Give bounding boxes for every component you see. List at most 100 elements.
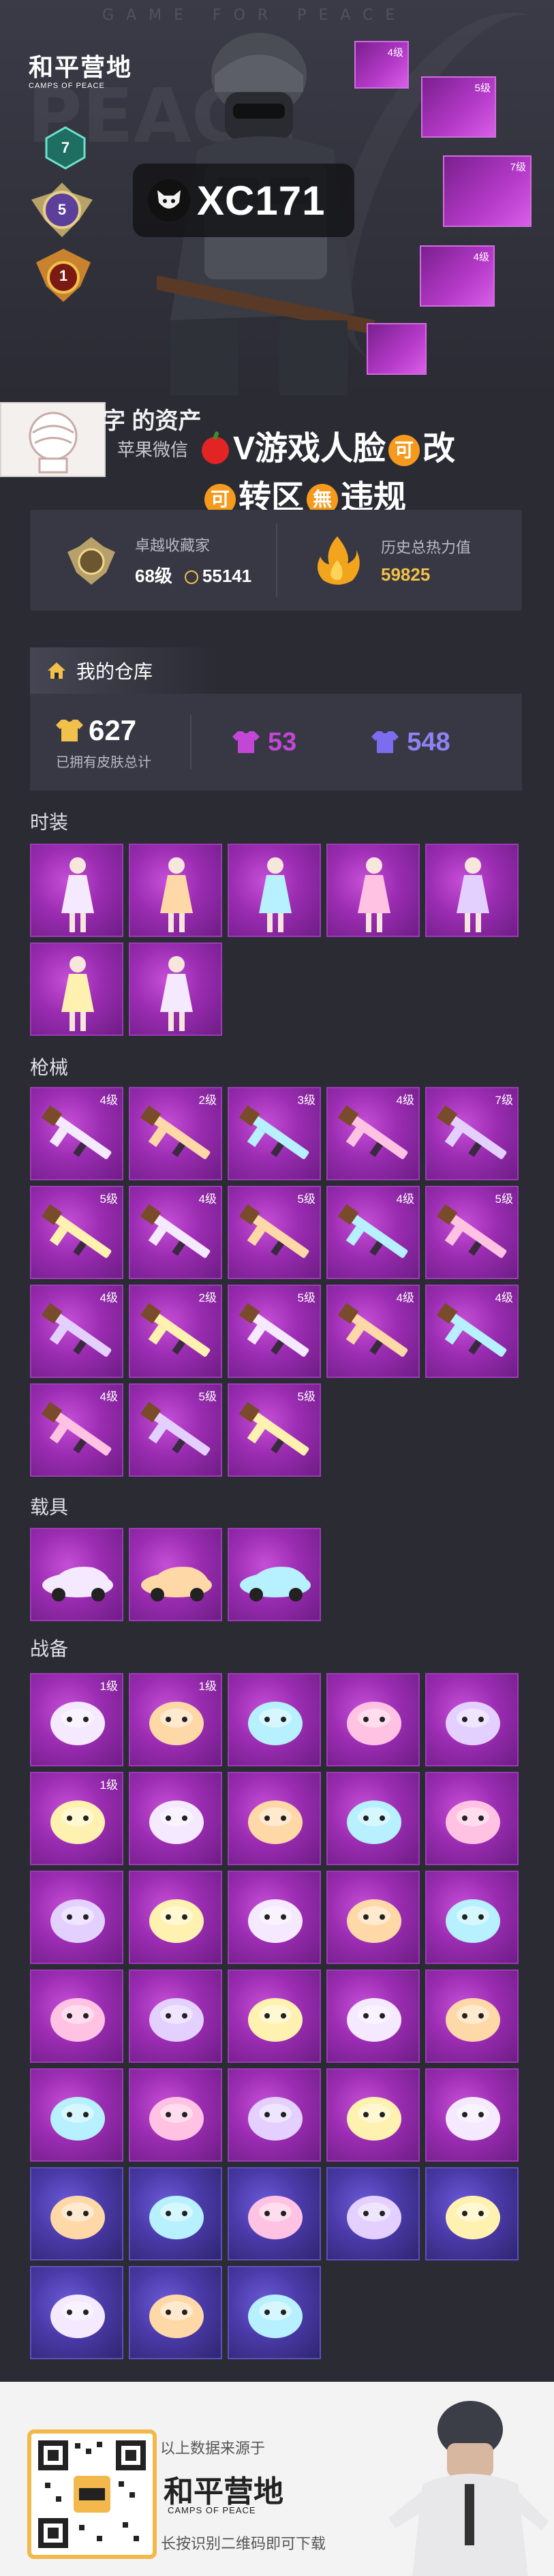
- item-level: 1级: [198, 1680, 217, 1693]
- fashion-item[interactable]: [30, 844, 123, 937]
- item-level: 2级: [198, 1291, 217, 1304]
- vehicle-item[interactable]: [228, 1528, 321, 1621]
- gun-item[interactable]: 4级: [425, 1285, 519, 1378]
- showcase-item[interactable]: 5级: [421, 76, 496, 138]
- owner-subtitle: 苹果微信: [117, 440, 189, 460]
- gear-item[interactable]: [129, 2266, 222, 2359]
- gear-item[interactable]: [326, 2068, 420, 2162]
- gun-item[interactable]: 2级: [129, 1087, 222, 1180]
- gun-item[interactable]: 3级: [228, 1087, 321, 1180]
- gear-item[interactable]: [425, 2167, 519, 2260]
- footer-logo-en: CAMPS OF PEACE: [168, 2505, 256, 2515]
- gear-item[interactable]: 1级: [30, 1772, 123, 1865]
- gear-item[interactable]: [228, 1871, 321, 1964]
- item-level: 4级: [495, 1291, 513, 1304]
- item-level: 4级: [396, 1094, 414, 1107]
- power-value: 59825: [381, 564, 431, 585]
- fashion-item[interactable]: [30, 942, 123, 1036]
- gun-item[interactable]: 5级: [129, 1383, 222, 1477]
- gear-item[interactable]: [129, 2068, 222, 2162]
- owner-title: 字 的资产: [102, 408, 202, 434]
- fashion-item[interactable]: [425, 844, 519, 937]
- gear-item[interactable]: [30, 1969, 123, 2063]
- item-level: 4级: [396, 1193, 414, 1206]
- gun-item[interactable]: 7级: [425, 1087, 519, 1180]
- badge-ke: 可: [388, 435, 420, 467]
- gear-item[interactable]: [30, 2266, 123, 2359]
- warehouse-total: 627 已拥有皮肤总计: [30, 714, 190, 771]
- showcase-items: 4级 5级 7级 4级: [354, 41, 552, 395]
- owner-avatar: [0, 402, 106, 477]
- collector-medal-icon: [67, 537, 115, 585]
- gear-item[interactable]: [129, 2167, 222, 2260]
- rank-badge-5: 5: [25, 179, 99, 241]
- gear-item[interactable]: [326, 1772, 420, 1865]
- vehicles-grid: [30, 1528, 524, 1623]
- section-title-gear: 战备: [30, 1638, 69, 1659]
- gun-item[interactable]: 5级: [228, 1285, 321, 1378]
- fashion-item[interactable]: [228, 844, 321, 937]
- gear-item[interactable]: 1级: [129, 1673, 222, 1766]
- gun-item[interactable]: 5级: [228, 1383, 321, 1477]
- gun-item[interactable]: 4级: [326, 1285, 420, 1378]
- gear-item[interactable]: [129, 1969, 222, 2063]
- gear-item[interactable]: [30, 1871, 123, 1964]
- gear-item[interactable]: [425, 1871, 519, 1964]
- divider: [190, 715, 191, 769]
- gear-item[interactable]: [129, 1772, 222, 1865]
- gear-item[interactable]: [326, 1871, 420, 1964]
- item-level: 4级: [99, 1390, 118, 1403]
- gun-item[interactable]: 4级: [326, 1087, 420, 1180]
- gun-item[interactable]: 4级: [30, 1087, 123, 1180]
- showcase-item[interactable]: 4级: [420, 245, 495, 307]
- gear-item[interactable]: [425, 1673, 519, 1766]
- house-icon: [48, 662, 65, 679]
- gun-item[interactable]: 5级: [425, 1186, 519, 1279]
- gear-item[interactable]: [228, 1969, 321, 2063]
- collector-stat: 卓越收藏家 68级 55141: [30, 510, 276, 611]
- showcase-item[interactable]: 7级: [443, 155, 532, 227]
- vehicle-item[interactable]: [30, 1528, 123, 1621]
- gun-item[interactable]: 4级: [30, 1383, 123, 1477]
- gear-item[interactable]: [228, 2068, 321, 2162]
- item-level: 5级: [297, 1390, 316, 1403]
- item-level: 7级: [495, 1094, 513, 1107]
- gun-item[interactable]: 4级: [129, 1186, 222, 1279]
- showcase-item[interactable]: 4级: [354, 41, 409, 89]
- section-title-guns: 枪械: [30, 1057, 69, 1078]
- fashion-item[interactable]: [129, 942, 222, 1036]
- player-name-tag: XC171: [133, 164, 354, 237]
- item-level: 1级: [99, 1680, 118, 1693]
- promo-line-1: V游戏人脸可改: [202, 421, 455, 469]
- gun-item[interactable]: 5级: [228, 1186, 321, 1279]
- gun-item[interactable]: 2级: [129, 1285, 222, 1378]
- gear-item[interactable]: [30, 2167, 123, 2260]
- gear-item[interactable]: [228, 1772, 321, 1865]
- shield-icon: [184, 570, 198, 584]
- gear-item[interactable]: [425, 2068, 519, 2162]
- fashion-item[interactable]: [129, 844, 222, 937]
- gear-item[interactable]: [326, 1673, 420, 1766]
- apple-icon: [202, 437, 229, 465]
- gear-item[interactable]: [129, 1871, 222, 1964]
- collector-label: 卓越收藏家: [135, 536, 211, 554]
- gear-item[interactable]: [326, 2167, 420, 2260]
- gear-item[interactable]: [425, 1772, 519, 1865]
- gun-item[interactable]: 4级: [30, 1285, 123, 1378]
- vehicle-item[interactable]: [129, 1528, 222, 1621]
- gun-item[interactable]: 5级: [30, 1186, 123, 1279]
- gear-item[interactable]: 1级: [30, 1673, 123, 1766]
- qr-code[interactable]: [27, 2429, 157, 2559]
- gear-item[interactable]: [228, 2266, 321, 2359]
- gear-item[interactable]: [228, 1673, 321, 1766]
- gear-item[interactable]: [228, 2167, 321, 2260]
- gear-item[interactable]: [326, 1969, 420, 2063]
- fashion-item[interactable]: [326, 844, 420, 937]
- gun-item[interactable]: 4级: [326, 1186, 420, 1279]
- showcase-item-car[interactable]: [367, 323, 427, 375]
- warehouse-header: 我的仓库: [30, 647, 217, 694]
- item-level: 5级: [495, 1193, 513, 1206]
- item-level: 2级: [198, 1094, 217, 1107]
- gear-item[interactable]: [30, 2068, 123, 2162]
- gear-item[interactable]: [425, 1969, 519, 2063]
